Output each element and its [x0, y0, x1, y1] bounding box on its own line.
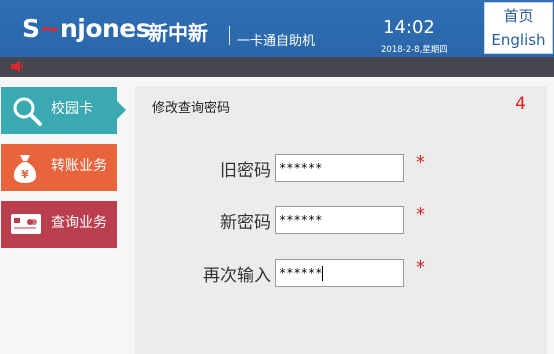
- header: S~njones 新中新 一卡通自助机 14:02 2018-2-8,星期四 首…: [0, 0, 554, 57]
- confirm-password-label: 再次输入: [203, 266, 271, 286]
- sidebar-item-label: 转账业务: [51, 158, 107, 174]
- notice-bar: [0, 57, 554, 77]
- speaker-icon: [11, 61, 23, 72]
- new-password-value: ******: [279, 213, 323, 227]
- old-password-label: 旧密码: [220, 161, 271, 181]
- magnifier-icon: [13, 97, 42, 126]
- sidebar-item-query[interactable]: 查询业务: [1, 201, 117, 248]
- new-password-label: 新密码: [220, 213, 271, 233]
- card-icon: [11, 214, 41, 234]
- page-title: 修改查询密码: [152, 101, 231, 116]
- text-caret: [322, 266, 324, 281]
- home-button[interactable]: 首页: [485, 4, 552, 28]
- header-divider: [229, 26, 230, 45]
- svg-text:¥: ¥: [21, 168, 29, 181]
- countdown-timer: 4: [515, 94, 526, 114]
- old-password-row: 旧密码 ****** *: [135, 152, 547, 182]
- required-mark: *: [416, 204, 425, 225]
- clock-time: 14:02: [383, 17, 435, 38]
- new-password-field[interactable]: ******: [275, 206, 404, 234]
- old-password-field[interactable]: ******: [275, 154, 404, 182]
- top-buttons: 首页 English: [484, 2, 553, 54]
- sidebar: 校园卡 ¥ 转账业务 查询业务: [0, 77, 135, 354]
- confirm-password-row: 再次输入 ****** *: [135, 257, 547, 287]
- sidebar-item-transfer[interactable]: ¥ 转账业务: [1, 144, 117, 191]
- kiosk-subtitle: 一卡通自助机: [237, 34, 316, 49]
- required-mark: *: [416, 152, 425, 173]
- synjones-logo: S~njones: [22, 14, 151, 43]
- old-password-value: ******: [279, 161, 323, 175]
- sidebar-item-label: 查询业务: [51, 215, 107, 231]
- english-button[interactable]: English: [485, 28, 552, 52]
- main-panel: 修改查询密码 4 旧密码 ****** * 新密码 ****** * 再次输入 …: [135, 86, 547, 354]
- clock-date: 2018-2-8,星期四: [381, 45, 448, 55]
- confirm-password-value: ******: [279, 266, 323, 280]
- brand-name: 新中新: [148, 21, 208, 45]
- confirm-password-field[interactable]: ******: [275, 259, 404, 287]
- money-bag-icon: ¥: [13, 155, 37, 183]
- required-mark: *: [416, 257, 425, 278]
- sidebar-item-label: 校园卡: [51, 101, 93, 117]
- sidebar-item-campus-card[interactable]: 校园卡: [1, 87, 126, 134]
- new-password-row: 新密码 ****** *: [135, 204, 547, 234]
